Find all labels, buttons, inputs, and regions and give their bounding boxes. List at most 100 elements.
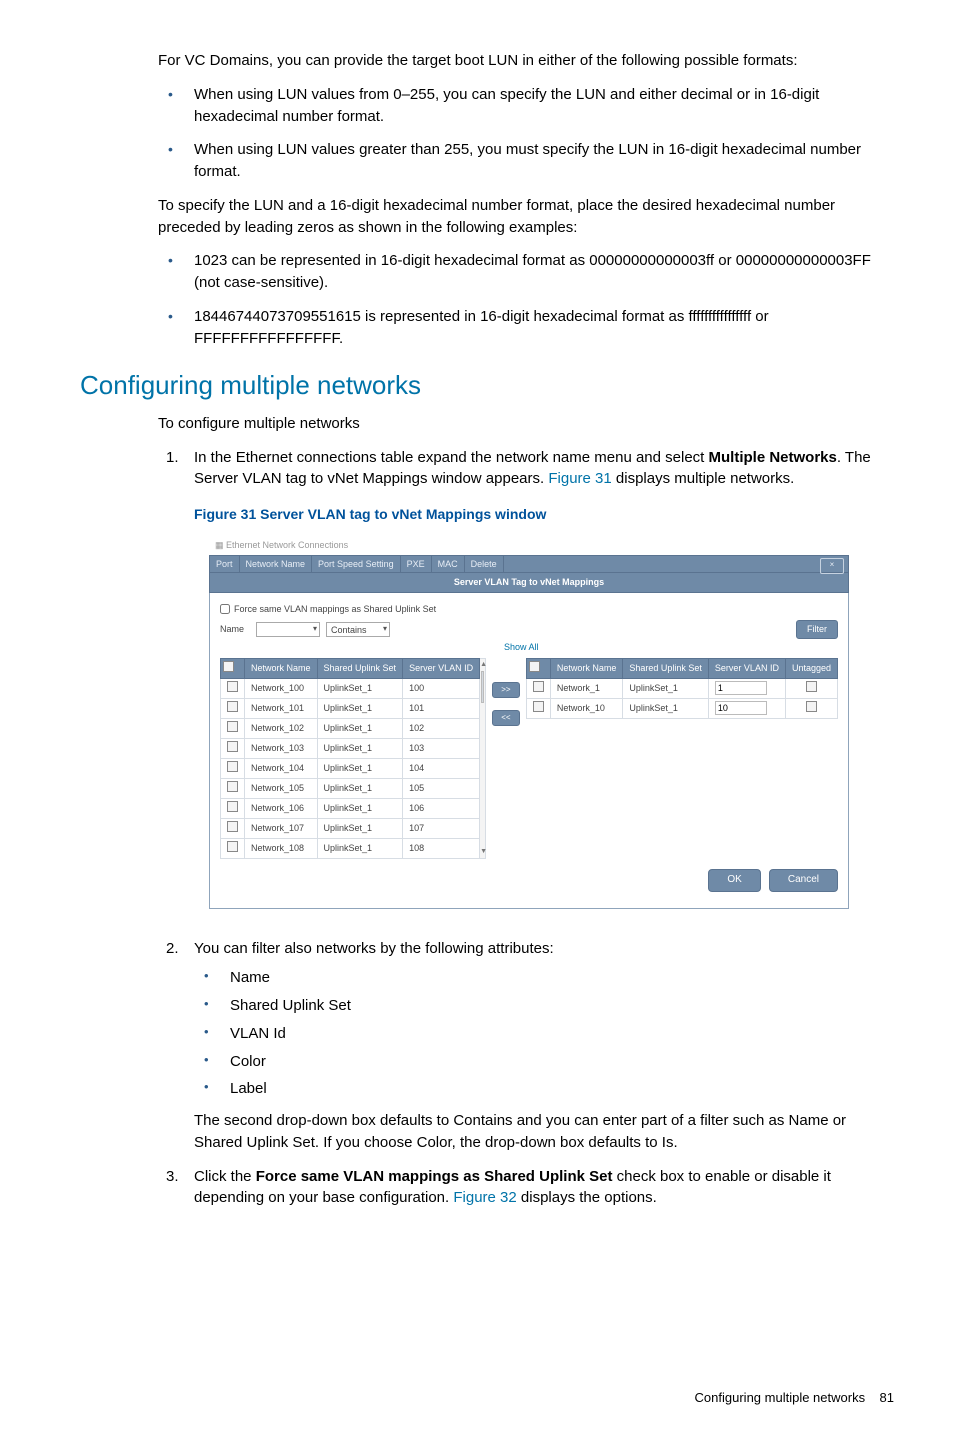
step-number: 2. [166,938,179,960]
table-row[interactable]: Network_102UplinkSet_1102 [221,718,480,738]
table-row[interactable]: Network_106UplinkSet_1106 [221,799,480,819]
text: You can filter also networks by the foll… [194,940,554,957]
cell-sus: UplinkSet_1 [623,678,709,698]
tab-network-name[interactable]: Network Name [240,556,313,572]
filter-field-dropdown[interactable] [256,622,320,637]
table-row[interactable]: Network_104UplinkSet_1104 [221,758,480,778]
cell-vlan: 106 [403,799,480,819]
add-button[interactable]: >> [492,682,520,698]
col-server-vlan[interactable]: Server VLAN ID [708,658,785,678]
figure-link[interactable]: Figure 32 [453,1189,516,1206]
cell-vlan: 101 [403,698,480,718]
untagged-checkbox[interactable] [785,698,837,718]
cancel-button[interactable]: Cancel [769,869,838,892]
cell-sus: UplinkSet_1 [317,839,403,859]
row-checkbox[interactable] [221,839,245,859]
emphasis: Multiple Networks [709,449,837,466]
row-checkbox[interactable] [526,698,550,718]
show-all-link[interactable]: Show All [504,641,838,654]
cell-network-name: Network_103 [245,738,318,758]
col-shared-uplink[interactable]: Shared Uplink Set [317,658,403,678]
step-number: 1. [166,447,179,469]
cell-vlan [708,678,785,698]
filter-attributes: Name Shared Uplink Set VLAN Id Color Lab… [194,967,894,1100]
table-row[interactable]: Network_100UplinkSet_1100 [221,678,480,698]
row-checkbox[interactable] [221,738,245,758]
filter-button[interactable]: Filter [796,620,838,639]
table-row[interactable]: Network_105UplinkSet_1105 [221,779,480,799]
col-shared-uplink[interactable]: Shared Uplink Set [623,658,709,678]
close-icon[interactable]: × [820,558,844,574]
row-checkbox[interactable] [221,678,245,698]
window-label: ▦ Ethernet Network Connections [209,537,849,554]
intro-p1: For VC Domains, you can provide the targ… [158,50,894,72]
lead-text: To configure multiple networks [158,413,894,435]
remove-button[interactable]: << [492,710,520,726]
list-item: Label [194,1078,894,1100]
steps-list-cont: 2. You can filter also networks by the f… [158,938,894,1210]
step-number: 3. [166,1166,179,1188]
page-number: 81 [880,1390,894,1405]
col-network-name[interactable]: Network Name [550,658,623,678]
list-item: Name [194,967,894,989]
table-row[interactable]: Network_107UplinkSet_1107 [221,819,480,839]
steps-list: 1. In the Ethernet connections table exp… [158,447,894,491]
intro-p2: To specify the LUN and a 16-digit hexade… [158,195,894,239]
row-checkbox[interactable] [221,779,245,799]
cell-network-name: Network_1 [550,678,623,698]
tab-mac[interactable]: MAC [432,556,465,572]
cell-sus: UplinkSet_1 [317,799,403,819]
text: The second drop-down box defaults to Con… [194,1112,846,1151]
list-item: VLAN Id [194,1023,894,1045]
ok-button[interactable]: OK [708,869,760,892]
select-all-checkbox[interactable] [221,658,245,678]
tab-pxe[interactable]: PXE [401,556,432,572]
row-checkbox[interactable] [221,758,245,778]
filter-op-dropdown[interactable]: Contains [326,622,390,637]
cell-vlan: 105 [403,779,480,799]
cell-vlan: 107 [403,819,480,839]
cell-vlan [708,698,785,718]
scrollbar[interactable]: ▲ ▼ [480,658,486,859]
col-server-vlan[interactable]: Server VLAN ID [403,658,480,678]
vlan-input[interactable] [715,701,767,715]
select-all-checkbox[interactable] [526,658,550,678]
cell-sus: UplinkSet_1 [623,698,709,718]
table-row[interactable]: Network_101UplinkSet_1101 [221,698,480,718]
table-row[interactable]: Network_108UplinkSet_1108 [221,839,480,859]
scroll-down-icon[interactable]: ▼ [480,847,485,857]
table-row[interactable]: Network_1UplinkSet_1 [526,678,837,698]
emphasis: Force same VLAN mappings as Shared Uplin… [256,1168,613,1185]
tab-port-speed[interactable]: Port Speed Setting [312,556,401,572]
row-checkbox[interactable] [221,799,245,819]
row-checkbox[interactable] [221,718,245,738]
bullet: 1023 can be represented in 16-digit hexa… [158,250,894,294]
cell-vlan: 103 [403,738,480,758]
selected-networks-table: Network Name Shared Uplink Set Server VL… [526,658,838,719]
untagged-checkbox[interactable] [785,678,837,698]
col-network-name[interactable]: Network Name [245,658,318,678]
table-row[interactable]: Network_103UplinkSet_1103 [221,738,480,758]
cell-sus: UplinkSet_1 [317,738,403,758]
scroll-up-icon[interactable]: ▲ [480,660,485,670]
figure-31: ▦ Ethernet Network Connections Port Netw… [208,536,850,909]
dialog-title: Server VLAN Tag to vNet Mappings [209,573,849,593]
force-vlan-checkbox[interactable] [220,604,230,614]
row-checkbox[interactable] [526,678,550,698]
footer-section: Configuring multiple networks [695,1390,866,1405]
col-untagged[interactable]: Untagged [785,658,837,678]
figure-link[interactable]: Figure 31 [548,470,611,487]
tab-delete[interactable]: Delete [465,556,504,572]
cell-network-name: Network_108 [245,839,318,859]
bullet: When using LUN values from 0–255, you ca… [158,84,894,128]
row-checkbox[interactable] [221,819,245,839]
table-row[interactable]: Network_10UplinkSet_1 [526,698,837,718]
list-item: Shared Uplink Set [194,995,894,1017]
vlan-input[interactable] [715,681,767,695]
row-checkbox[interactable] [221,698,245,718]
force-vlan-row: Force same VLAN mappings as Shared Uplin… [220,603,838,616]
cell-network-name: Network_100 [245,678,318,698]
scroll-thumb[interactable] [481,671,484,703]
bullet: 18446744073709551615 is represented in 1… [158,306,894,350]
tab-port[interactable]: Port [210,556,240,572]
